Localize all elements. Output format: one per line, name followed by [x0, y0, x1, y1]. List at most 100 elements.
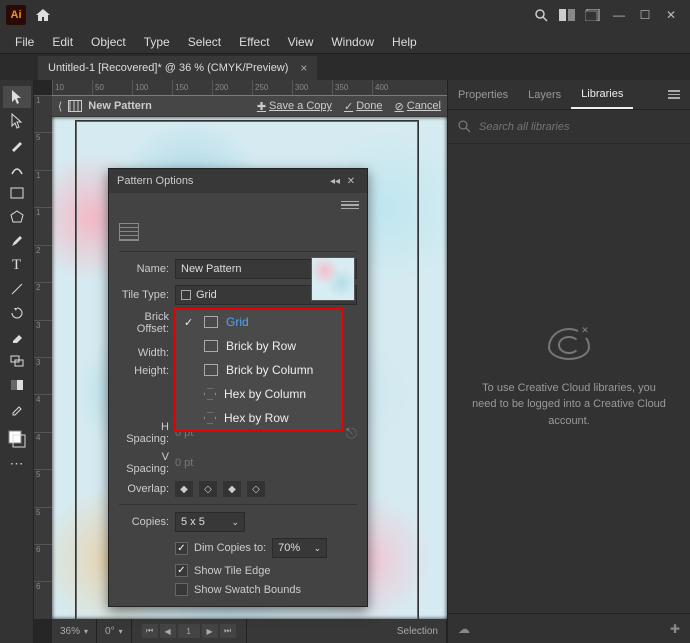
- tool-curvature[interactable]: [3, 158, 31, 180]
- ruler-vertical: 15112233445566: [34, 95, 52, 619]
- brick-row-icon: [204, 340, 218, 352]
- close-icon[interactable]: ×: [300, 61, 307, 75]
- window-maximize[interactable]: ☐: [632, 4, 658, 26]
- menu-select[interactable]: Select: [179, 32, 230, 52]
- add-content-icon[interactable]: ✚: [670, 622, 680, 636]
- document-tab[interactable]: Untitled-1 [Recovered]* @ 36 % (CMYK/Pre…: [38, 56, 317, 80]
- panel-collapse-icon[interactable]: ◂◂: [327, 176, 343, 187]
- dropdown-option-grid[interactable]: ✓ Grid: [176, 310, 342, 334]
- copies-select[interactable]: 5 x 5⌄: [175, 512, 245, 532]
- cloud-sync-icon[interactable]: ☁: [458, 622, 470, 636]
- home-icon[interactable]: [32, 4, 54, 26]
- ruler-horizontal: 1050100150200250300350400: [52, 80, 447, 95]
- tool-ellipse[interactable]: [3, 206, 31, 228]
- empty-message: To use Creative Cloud libraries, you nee…: [472, 380, 666, 430]
- show-tile-edge-label: Show Tile Edge: [194, 565, 270, 577]
- hex-icon: [204, 388, 216, 400]
- status-bar: 36% ▾ 0° ▾ ⏮ ◀ 1 ▶ ⏭ Selection: [52, 619, 447, 643]
- save-copy-button[interactable]: ✚ Save a Copy: [257, 100, 332, 113]
- menu-effect[interactable]: Effect: [230, 32, 278, 52]
- tool-more[interactable]: ⋯: [3, 452, 31, 474]
- copies-label: Copies:: [119, 516, 175, 528]
- dropdown-option-hex-row[interactable]: Hex by Row: [176, 406, 342, 430]
- menu-help[interactable]: Help: [383, 32, 426, 52]
- artboard-nav-prev[interactable]: ◀: [160, 624, 176, 638]
- tool-selection[interactable]: [3, 86, 31, 108]
- arrange-documents-icon[interactable]: [580, 4, 606, 26]
- tool-pen[interactable]: [3, 134, 31, 156]
- right-panel-tabs: Properties Layers Libraries: [448, 80, 690, 110]
- color-fill-swatch[interactable]: [3, 428, 31, 450]
- libraries-empty-state: To use Creative Cloud libraries, you nee…: [448, 144, 690, 613]
- tool-eyedropper[interactable]: [3, 398, 31, 420]
- panel-menu-icon[interactable]: [664, 86, 684, 103]
- overlap-left-button[interactable]: ◆: [175, 481, 193, 497]
- search-icon: [458, 120, 471, 133]
- link-spacing-icon[interactable]: ⎋: [346, 425, 357, 442]
- tool-type[interactable]: T: [3, 254, 31, 276]
- dim-copies-checkbox[interactable]: ✓: [175, 542, 188, 555]
- creative-cloud-icon: [548, 328, 590, 360]
- cancel-button[interactable]: ⊘ Cancel: [395, 100, 441, 113]
- brick-offset-label: Brick Offset:: [119, 311, 175, 335]
- menu-object[interactable]: Object: [82, 32, 135, 52]
- dim-copies-label: Dim Copies to:: [194, 542, 266, 554]
- back-icon[interactable]: ⟨: [58, 100, 62, 113]
- show-swatch-bounds-label: Show Swatch Bounds: [194, 584, 301, 596]
- document-tab-title: Untitled-1 [Recovered]* @ 36 % (CMYK/Pre…: [48, 62, 288, 74]
- tool-eraser[interactable]: [3, 326, 31, 348]
- dim-copies-select[interactable]: 70%⌄: [272, 538, 327, 558]
- pattern-tile-tool-icon[interactable]: [119, 223, 139, 241]
- checkmark-icon: ✓: [184, 316, 196, 329]
- panel-close-icon[interactable]: ✕: [343, 176, 359, 187]
- tab-layers[interactable]: Layers: [518, 82, 571, 108]
- pattern-bar-icon: [68, 100, 82, 112]
- tool-rotate[interactable]: [3, 302, 31, 324]
- tool-paintbrush[interactable]: [3, 230, 31, 252]
- pattern-edit-bar: ⟨ New Pattern ✚ Save a Copy ✓ Done ⊘ Can…: [52, 95, 447, 117]
- artboard-number[interactable]: 1: [178, 624, 200, 638]
- tab-libraries[interactable]: Libraries: [571, 81, 633, 109]
- rotate-view[interactable]: 0° ▾: [97, 619, 132, 643]
- menu-bar: File Edit Object Type Select Effect View…: [0, 30, 690, 54]
- panel-menu-icon[interactable]: [341, 201, 359, 210]
- tool-direct-selection[interactable]: [3, 110, 31, 132]
- overlap-right-button[interactable]: ◇: [199, 481, 217, 497]
- grid-icon: [204, 316, 218, 328]
- selection-status: Selection: [389, 619, 447, 643]
- overlap-top-button[interactable]: ◆: [223, 481, 241, 497]
- tab-properties[interactable]: Properties: [448, 82, 518, 108]
- tool-scale[interactable]: [3, 350, 31, 372]
- show-tile-edge-checkbox[interactable]: ✓: [175, 564, 188, 577]
- tools-panel: T ⋯: [0, 80, 34, 643]
- menu-edit[interactable]: Edit: [43, 32, 82, 52]
- tile-type-dropdown: ✓ Grid Brick by Row Brick by Column Hex …: [174, 308, 344, 432]
- dropdown-option-hex-column[interactable]: Hex by Column: [176, 382, 342, 406]
- window-close[interactable]: ✕: [658, 4, 684, 26]
- window-minimize[interactable]: —: [606, 4, 632, 26]
- dropdown-option-brick-row[interactable]: Brick by Row: [176, 334, 342, 358]
- tool-rectangle[interactable]: [3, 182, 31, 204]
- menu-window[interactable]: Window: [322, 32, 383, 52]
- overlap-bottom-button[interactable]: ◇: [247, 481, 265, 497]
- show-swatch-bounds-checkbox[interactable]: [175, 583, 188, 596]
- tile-preview-swatch: [311, 257, 355, 301]
- zoom-level[interactable]: 36% ▾: [52, 619, 97, 643]
- artboard-nav-next[interactable]: ▶: [202, 624, 218, 638]
- menu-file[interactable]: File: [6, 32, 43, 52]
- menu-type[interactable]: Type: [135, 32, 179, 52]
- vspacing-label: V Spacing:: [119, 451, 175, 475]
- chevron-down-icon: ▾: [84, 627, 88, 636]
- search-input[interactable]: [479, 121, 680, 133]
- dropdown-option-brick-column[interactable]: Brick by Column: [176, 358, 342, 382]
- name-label: Name:: [119, 263, 175, 275]
- artboard-nav-last[interactable]: ⏭: [220, 624, 236, 638]
- workspace-switcher-icon[interactable]: [554, 4, 580, 26]
- menu-view[interactable]: View: [279, 32, 323, 52]
- tool-gradient[interactable]: [3, 374, 31, 396]
- done-button[interactable]: ✓ Done: [344, 100, 383, 113]
- tool-line[interactable]: [3, 278, 31, 300]
- overlap-label: Overlap:: [119, 483, 175, 495]
- artboard-nav-first[interactable]: ⏮: [142, 624, 158, 638]
- search-icon[interactable]: [528, 4, 554, 26]
